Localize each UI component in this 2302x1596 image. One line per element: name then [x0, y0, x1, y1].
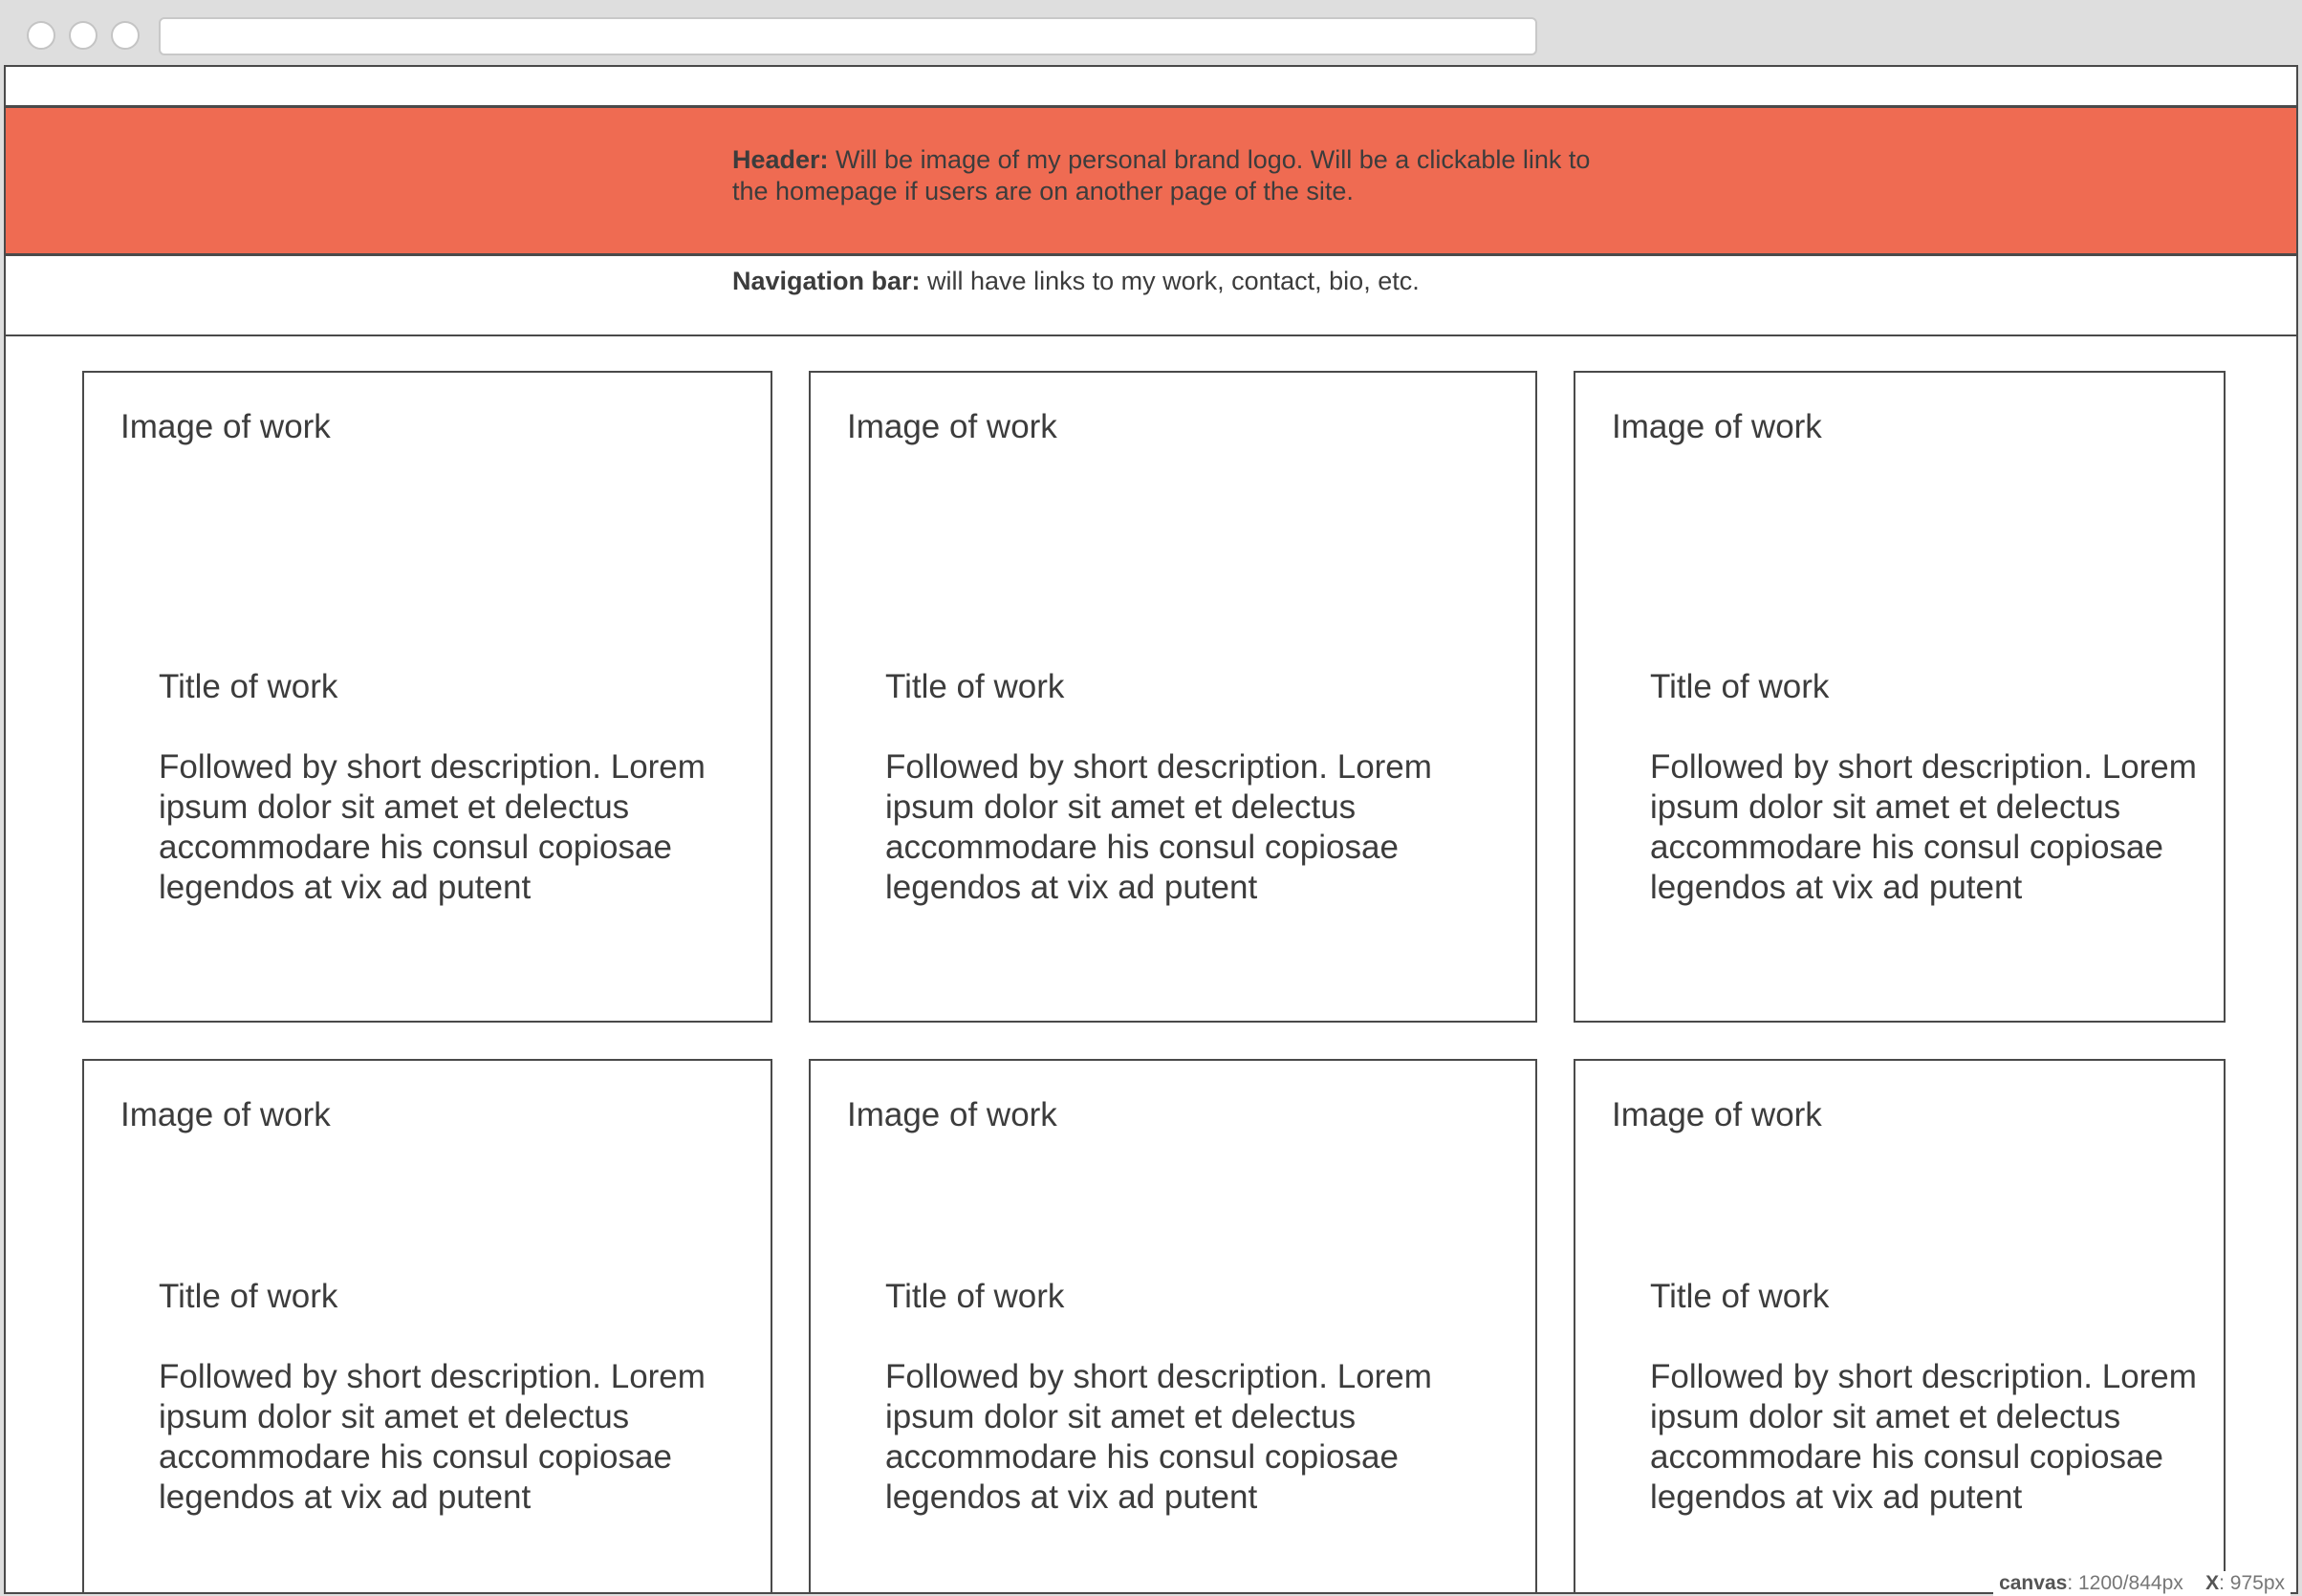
address-bar[interactable]	[159, 17, 1537, 55]
navigation-bar[interactable]: Navigation bar: will have links to my wo…	[6, 256, 2296, 336]
header-description: Header: Will be image of my personal bra…	[732, 144, 1593, 207]
work-image-placeholder: Image of work	[1612, 408, 1822, 445]
work-card-3[interactable]: Image of work Title of work Followed by …	[1574, 371, 2226, 1023]
work-card-1[interactable]: Image of work Title of work Followed by …	[82, 371, 772, 1023]
work-description: Followed by short description. Lorem ips…	[885, 748, 1432, 906]
work-image-placeholder: Image of work	[120, 408, 331, 445]
nav-description: Navigation bar: will have links to my wo…	[732, 266, 1688, 297]
browser-chrome	[0, 0, 2302, 65]
page-viewport: Header: Will be image of my personal bra…	[4, 65, 2298, 1594]
work-description: Followed by short description. Lorem ips…	[1650, 748, 2197, 906]
work-description: Followed by short description. Lorem ips…	[1650, 1358, 2197, 1516]
nav-text: will have links to my work, contact, bio…	[920, 267, 1420, 295]
work-title: Title of work	[1650, 1278, 1830, 1315]
work-title: Title of work	[159, 668, 338, 705]
work-description: Followed by short description. Lorem ips…	[159, 748, 706, 906]
canvas-label: canvas	[1999, 1572, 2068, 1594]
window-minimize-dot[interactable]	[69, 21, 98, 50]
work-card-6[interactable]: Image of work Title of work Followed by …	[1574, 1059, 2226, 1592]
work-title: Title of work	[885, 668, 1065, 705]
work-image-placeholder: Image of work	[847, 408, 1057, 445]
header-label: Header:	[732, 145, 829, 174]
canvas-status-readout: canvas: 1200/844px X: 975px	[1993, 1571, 2291, 1596]
canvas-value: : 1200/844px	[2067, 1572, 2183, 1594]
nav-label: Navigation bar:	[732, 267, 921, 295]
header-text: Will be image of my personal brand logo.…	[732, 145, 1591, 205]
header-block[interactable]: Header: Will be image of my personal bra…	[6, 105, 2296, 256]
work-title: Title of work	[1650, 668, 1830, 705]
work-image-placeholder: Image of work	[847, 1096, 1057, 1133]
window-close-dot[interactable]	[27, 21, 55, 50]
work-card-2[interactable]: Image of work Title of work Followed by …	[809, 371, 1537, 1023]
work-image-placeholder: Image of work	[120, 1096, 331, 1133]
browser-window: Header: Will be image of my personal bra…	[0, 0, 2302, 1596]
work-title: Title of work	[885, 1278, 1065, 1315]
work-card-4[interactable]: Image of work Title of work Followed by …	[82, 1059, 772, 1592]
x-label: X	[2205, 1572, 2220, 1594]
work-card-5[interactable]: Image of work Title of work Followed by …	[809, 1059, 1537, 1592]
work-description: Followed by short description. Lorem ips…	[885, 1358, 1432, 1516]
work-title: Title of work	[159, 1278, 338, 1315]
window-maximize-dot[interactable]	[111, 21, 140, 50]
work-description: Followed by short description. Lorem ips…	[159, 1358, 706, 1516]
x-value: : 975px	[2219, 1572, 2285, 1594]
work-image-placeholder: Image of work	[1612, 1096, 1822, 1133]
